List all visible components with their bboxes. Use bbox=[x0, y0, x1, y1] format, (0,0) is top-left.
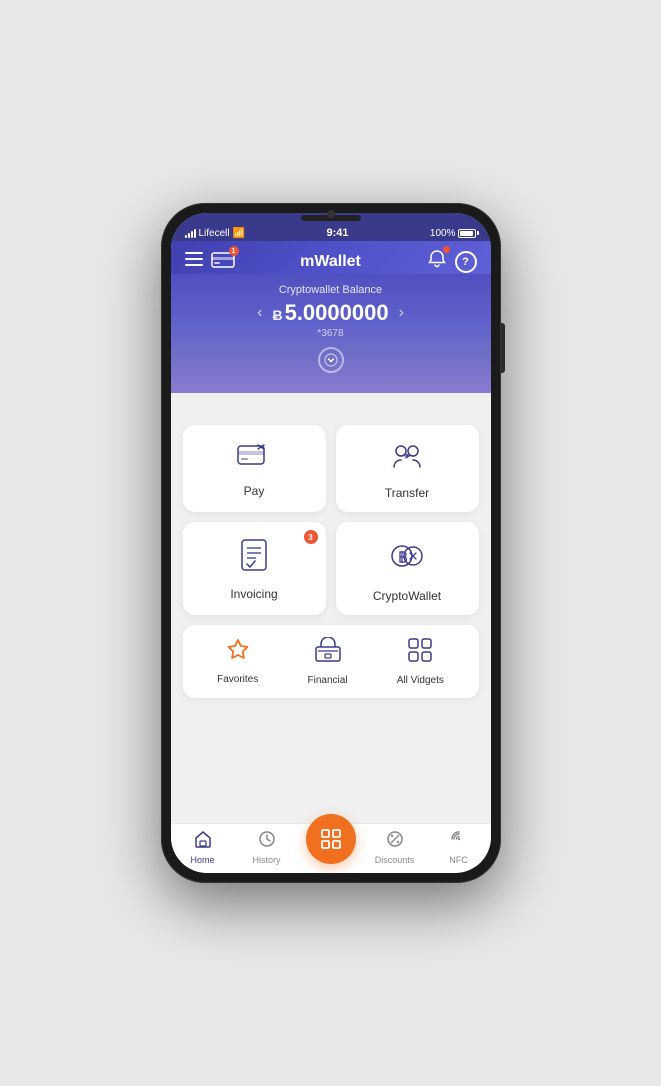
cryptowallet-label: CryptoWallet bbox=[373, 589, 441, 603]
pay-button[interactable]: Pay bbox=[183, 425, 326, 512]
balance-symbol: Ƀ bbox=[272, 307, 282, 323]
all-vidgets-icon bbox=[407, 637, 433, 669]
discounts-label: Discounts bbox=[375, 855, 415, 865]
battery-percent: 100% bbox=[430, 228, 456, 239]
nav-home[interactable]: Home bbox=[178, 830, 228, 865]
balance-amount: Ƀ5.0000000 bbox=[272, 300, 388, 326]
camera bbox=[327, 210, 335, 218]
financial-label: Financial bbox=[308, 675, 348, 686]
notifications-button[interactable] bbox=[427, 249, 447, 274]
history-icon bbox=[258, 830, 276, 853]
help-button[interactable]: ? bbox=[455, 251, 477, 273]
favorites-button[interactable]: Favorites bbox=[217, 638, 258, 685]
transfer-button[interactable]: Transfer bbox=[336, 425, 479, 512]
next-wallet-button[interactable]: › bbox=[389, 304, 414, 322]
bottom-nav: Home History bbox=[171, 823, 491, 873]
cryptowallet-button[interactable]: CryptoWallet bbox=[336, 522, 479, 615]
signal-icon bbox=[185, 229, 196, 238]
wave-divider bbox=[171, 393, 491, 413]
pay-label: Pay bbox=[244, 484, 265, 498]
home-label: Home bbox=[190, 855, 214, 865]
app-title: mWallet bbox=[300, 253, 361, 271]
balance-row: ‹ Ƀ5.0000000 › bbox=[185, 300, 477, 326]
header-right: ? bbox=[427, 249, 477, 274]
balance-section: Cryptowallet Balance ‹ Ƀ5.0000000 › *367… bbox=[171, 274, 491, 393]
status-right: 100% bbox=[430, 228, 477, 239]
invoicing-icon bbox=[240, 538, 268, 579]
status-time: 9:41 bbox=[326, 227, 348, 239]
app-header: 1 mWallet ? bbox=[171, 241, 491, 274]
nav-discounts[interactable]: Discounts bbox=[370, 830, 420, 865]
transfer-label: Transfer bbox=[385, 486, 429, 500]
scan-button[interactable] bbox=[306, 814, 356, 864]
all-vidgets-label: All Vidgets bbox=[397, 675, 444, 686]
status-left: Lifecell 📶 bbox=[185, 228, 246, 239]
home-icon bbox=[194, 830, 212, 853]
cryptowallet-icon bbox=[389, 538, 425, 581]
financial-icon bbox=[314, 637, 342, 669]
nav-history[interactable]: History bbox=[242, 830, 292, 865]
widget-row: Favorites Financial bbox=[183, 625, 479, 698]
invoicing-badge: 3 bbox=[304, 530, 318, 544]
nav-nfc[interactable]: NFC bbox=[434, 830, 484, 865]
carrier-name: Lifecell bbox=[199, 228, 230, 239]
main-content: Pay Transfer 3 bbox=[171, 413, 491, 823]
favorites-icon bbox=[225, 638, 251, 668]
history-label: History bbox=[252, 855, 280, 865]
invoicing-button[interactable]: 3 Invoicing bbox=[183, 522, 326, 615]
header-left: 1 bbox=[185, 250, 235, 273]
balance-label: Cryptowallet Balance bbox=[185, 284, 477, 296]
all-vidgets-button[interactable]: All Vidgets bbox=[397, 637, 444, 686]
phone-frame: Lifecell 📶 9:41 100% bbox=[161, 203, 501, 883]
invoicing-label: Invoicing bbox=[230, 587, 277, 601]
nfc-label: NFC bbox=[449, 855, 468, 865]
pay-icon bbox=[236, 441, 272, 476]
favorites-label: Favorites bbox=[217, 674, 258, 685]
card-badge: 1 bbox=[229, 246, 239, 256]
battery-icon bbox=[458, 229, 476, 238]
volume-button bbox=[501, 323, 505, 373]
cards-button[interactable]: 1 bbox=[211, 250, 235, 273]
phone-screen: Lifecell 📶 9:41 100% bbox=[171, 213, 491, 873]
wifi-icon: 📶 bbox=[233, 228, 245, 239]
nfc-icon bbox=[450, 830, 468, 853]
financial-button[interactable]: Financial bbox=[308, 637, 348, 686]
action-grid: Pay Transfer 3 bbox=[183, 425, 479, 615]
transfer-icon bbox=[389, 441, 425, 478]
menu-button[interactable] bbox=[185, 252, 203, 271]
collapse-button[interactable] bbox=[318, 347, 344, 373]
notification-badge bbox=[443, 246, 450, 253]
prev-wallet-button[interactable]: ‹ bbox=[247, 304, 272, 322]
account-number: *3678 bbox=[185, 328, 477, 339]
discounts-icon bbox=[386, 830, 404, 853]
